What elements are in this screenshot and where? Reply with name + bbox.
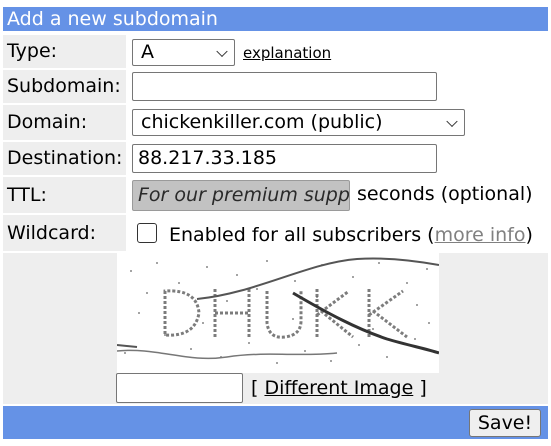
wildcard-cell: Enabled for all subscribers (more info) bbox=[129, 215, 548, 251]
wildcard-checkbox[interactable] bbox=[137, 223, 157, 243]
type-cell: A explanation bbox=[129, 35, 548, 68]
subdomain-cell bbox=[129, 70, 548, 103]
destination-input[interactable]: 88.217.33.185 bbox=[132, 144, 437, 173]
add-subdomain-form: Add a new subdomain Type: A explanation … bbox=[0, 0, 551, 446]
chevron-down-icon bbox=[446, 115, 458, 127]
ttl-suffix: seconds (optional) bbox=[357, 183, 533, 205]
form-title: Add a new subdomain bbox=[3, 7, 548, 31]
subdomain-label: Subdomain: bbox=[3, 70, 126, 103]
domain-select[interactable]: chickenkiller.com (public) bbox=[132, 109, 465, 136]
wildcard-close-paren: ) bbox=[525, 224, 533, 246]
wildcard-enabled-text: Enabled for all subscribers ( bbox=[169, 224, 435, 246]
bracket-close: ] bbox=[419, 377, 427, 399]
different-image-control: [ Different Image ] bbox=[251, 377, 427, 399]
domain-label: Domain: bbox=[3, 105, 126, 140]
form-footer: Save! bbox=[3, 406, 548, 439]
captcha-image bbox=[116, 253, 440, 373]
more-info-link[interactable]: more info bbox=[435, 224, 526, 246]
domain-select-value: chickenkiller.com (public) bbox=[141, 111, 383, 133]
subdomain-input[interactable] bbox=[132, 72, 437, 101]
captcha-input[interactable] bbox=[116, 373, 243, 403]
chevron-down-icon bbox=[216, 45, 228, 57]
ttl-label: TTL: bbox=[3, 177, 126, 213]
wildcard-text: Enabled for all subscribers (more info) bbox=[169, 224, 533, 246]
type-select-value: A bbox=[141, 41, 154, 63]
wildcard-label: Wildcard: bbox=[3, 215, 126, 251]
destination-cell: 88.217.33.185 bbox=[129, 142, 548, 175]
destination-label: Destination: bbox=[3, 142, 126, 175]
different-image-link[interactable]: Different Image bbox=[264, 377, 413, 399]
type-select[interactable]: A bbox=[132, 39, 235, 66]
ttl-input[interactable]: For our premium suppo bbox=[132, 180, 350, 211]
type-explanation-link[interactable]: explanation bbox=[243, 44, 331, 62]
type-label: Type: bbox=[3, 35, 126, 68]
captcha-section: [ Different Image ] bbox=[3, 253, 548, 404]
save-button[interactable]: Save! bbox=[469, 409, 541, 437]
bracket-open: [ bbox=[251, 377, 259, 399]
ttl-cell: For our premium suppo seconds (optional) bbox=[129, 177, 548, 213]
domain-cell: chickenkiller.com (public) bbox=[129, 105, 548, 140]
